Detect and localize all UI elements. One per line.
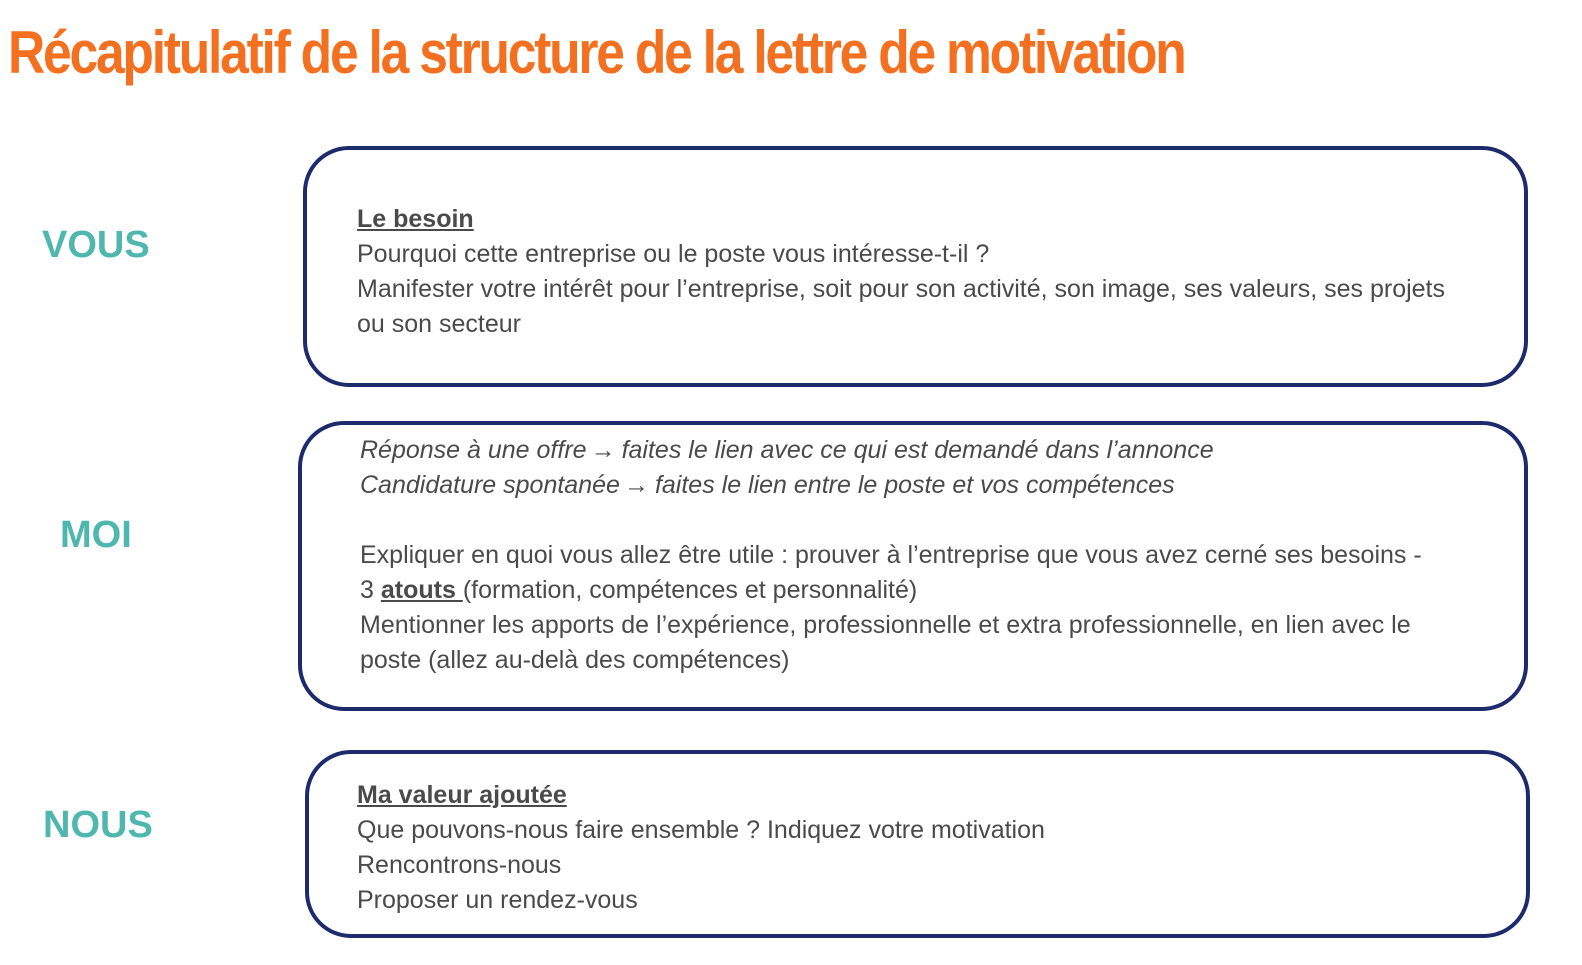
box-nous: Ma valeur ajoutée Que pouvons-nous faire… (305, 750, 1530, 938)
spontaneous-label: Candidature spontanée (360, 471, 620, 499)
box-line: Manifester votre intérêt pour l’entrepri… (357, 275, 1446, 338)
offer-line: Réponse à une offre → faites le lien avec … (360, 433, 1474, 468)
offer-text: faites le lien avec ce qui est demandé d… (621, 436, 1214, 464)
atouts-word: atouts (380, 576, 463, 604)
box-heading-besoin: Le besoin (357, 205, 474, 233)
box-moi: Réponse à une offre → faites le lien avec … (298, 421, 1528, 711)
atouts-prefix: 3 (360, 576, 381, 604)
spontaneous-line: Candidature spontanée → faites le lien ent… (360, 468, 1474, 503)
atouts-line: 3 atouts (formation, compétences et pers… (360, 573, 1474, 608)
box-line: Proposer un rendez-vous (357, 886, 638, 914)
box-heading-valeur: Ma valeur ajoutée (357, 781, 567, 809)
spontaneous-text: faites le lien entre le poste et vos com… (654, 471, 1175, 499)
offer-label: Réponse à une offre (360, 436, 587, 464)
page-title: Récapitulatif de la structure de la lett… (8, 19, 1187, 86)
box-line: Pourquoi cette entreprise ou le poste vo… (357, 240, 990, 268)
arrow-right-icon: → (590, 436, 616, 464)
side-label-vous: VOUS (42, 224, 150, 266)
atouts-suffix: (formation, compétences et personnalité) (462, 576, 918, 604)
explain-line: Expliquer en quoi vous allez être utile … (360, 541, 1422, 569)
box-line: Rencontrons-nous (357, 851, 562, 879)
side-label-nous: NOUS (43, 804, 153, 846)
box-line: Que pouvons-nous faire ensemble ? Indiqu… (357, 816, 1045, 844)
arrow-right-icon: → (623, 471, 649, 499)
box-vous: Le besoin Pourquoi cette entreprise ou l… (303, 146, 1528, 387)
side-label-moi: MOI (60, 514, 132, 556)
mention-line: Mentionner les apports de l’expérience, … (360, 611, 1411, 674)
